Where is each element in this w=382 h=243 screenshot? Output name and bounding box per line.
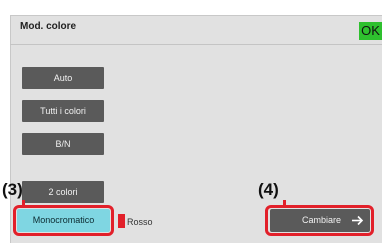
callout-leader-4 <box>283 200 286 208</box>
callout-step-3: (3) <box>2 180 23 199</box>
callout-leader-3 <box>22 200 25 208</box>
change-button[interactable]: Cambiare <box>270 209 370 232</box>
red-swatch[interactable] <box>118 214 125 228</box>
screen: Mod. colore OK Auto Tutti i colori B/N 2… <box>0 0 382 243</box>
arrow-right-icon <box>350 209 364 232</box>
callout-step-4: (4) <box>258 180 279 199</box>
page-title: Mod. colore <box>20 21 77 32</box>
change-button-label: Cambiare <box>302 215 342 225</box>
all-colors-button[interactable]: Tutti i colori <box>22 100 104 122</box>
bw-button[interactable]: B/N <box>22 133 104 155</box>
auto-button[interactable]: Auto <box>22 67 104 89</box>
monochrome-button[interactable]: Monocromatico <box>17 209 110 232</box>
red-label: Rosso <box>127 217 153 227</box>
header-divider <box>10 44 382 45</box>
ok-button[interactable]: OK <box>359 22 382 40</box>
two-colors-button[interactable]: 2 colori <box>22 181 104 203</box>
